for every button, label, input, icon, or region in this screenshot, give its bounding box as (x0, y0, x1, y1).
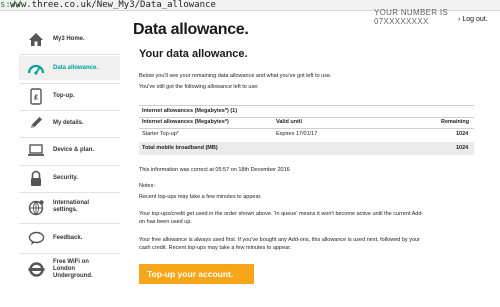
table-total-label: Total mobile broadband (MB) (142, 145, 218, 151)
sidebar-item-label: My details. (53, 119, 84, 126)
sidebar-item-label: Top-up. (53, 92, 75, 99)
speech-bubble-icon (27, 229, 45, 247)
sidebar-item-device-plan[interactable]: Device & plan. (19, 138, 120, 162)
note-text: cash credit. Recent top-ups may take a f… (139, 245, 292, 251)
chevron-right-icon: › (458, 16, 461, 23)
table-row-name: Starter Top-up* (142, 131, 179, 137)
allowance-left-text: You've still got the following allowance… (139, 84, 259, 90)
table-total-value: 1024 (456, 145, 469, 151)
sidebar-item-my-details[interactable]: My details. (19, 111, 120, 135)
laptop-icon (27, 141, 45, 159)
divider (19, 54, 120, 55)
page-title: Data allowance. (133, 21, 249, 38)
note-text: on has been used up. (139, 219, 192, 225)
notes-heading: Notes: (139, 183, 155, 189)
sidebar-item-feedback[interactable]: Feedback. (19, 226, 120, 250)
gauge-icon (27, 59, 45, 77)
note-text: Recent top-ups may take a few minutes to… (139, 194, 262, 200)
lock-icon (27, 169, 45, 187)
sidebar-item-security[interactable]: Security. (19, 166, 120, 190)
sidebar-item-label: Security. (53, 174, 78, 181)
divider (139, 128, 474, 129)
sidebar-item-label: International settings. (53, 200, 90, 213)
divider (19, 192, 120, 193)
table-section-heading: Internet allowances (Megabytes*) (1) (142, 108, 238, 114)
sidebar-item-top-up[interactable]: £ Top-up. (19, 84, 120, 108)
divider (19, 253, 120, 254)
sidebar-item-label: Device & plan. (53, 146, 95, 153)
section-title: Your data allowance. (139, 48, 248, 60)
sidebar-item-international-settings[interactable]: International settings. (19, 195, 120, 219)
table-row-valid: Expires 17/01/17 (276, 131, 318, 137)
top-up-account-button[interactable]: Top-up your account. (139, 264, 254, 284)
globe-icon (27, 198, 45, 216)
logout-label: Log out. (462, 16, 488, 23)
sidebar: My3 Home. Data allowance. £ Top-up. My d… (19, 27, 120, 279)
divider (139, 117, 474, 118)
intro-text: Below you'll see your remaining data all… (139, 73, 332, 79)
timestamp-text: This information was correct at 05:57 on… (139, 167, 290, 173)
underground-icon (27, 260, 45, 278)
divider (19, 223, 120, 224)
url-text: www.three.co.uk/New_My3/Data_allowance (10, 0, 216, 10)
table-header-allowance: Internet allowances (Megabytes*) (142, 119, 229, 125)
home-icon (27, 30, 45, 48)
sidebar-item-label: Free WiFi on London Underground. (53, 258, 93, 279)
logout-link[interactable]: › Log out. (458, 16, 488, 23)
sidebar-item-free-wifi[interactable]: Free WiFi on London Underground. (19, 255, 120, 283)
svg-text:£: £ (34, 93, 39, 101)
sidebar-item-home[interactable]: My3 Home. (19, 27, 120, 51)
sidebar-item-label: My3 Home. (53, 35, 85, 42)
table-header-valid-until: Valid until (276, 119, 302, 125)
sidebar-item-data-allowance[interactable]: Data allowance. (19, 56, 120, 80)
sidebar-item-label: Feedback. (53, 234, 83, 241)
topup-phone-icon: £ (27, 87, 45, 105)
divider (139, 105, 474, 106)
note-text: Your free allowance is always used first… (139, 237, 420, 243)
table-header-remaining: Remaining (441, 119, 470, 125)
sidebar-item-label: Data allowance. (53, 64, 99, 71)
pencil-icon (27, 114, 45, 132)
table-row-remaining: 1024 (456, 131, 469, 137)
note-text: Your top-ups/credit get used in the orde… (139, 211, 424, 217)
